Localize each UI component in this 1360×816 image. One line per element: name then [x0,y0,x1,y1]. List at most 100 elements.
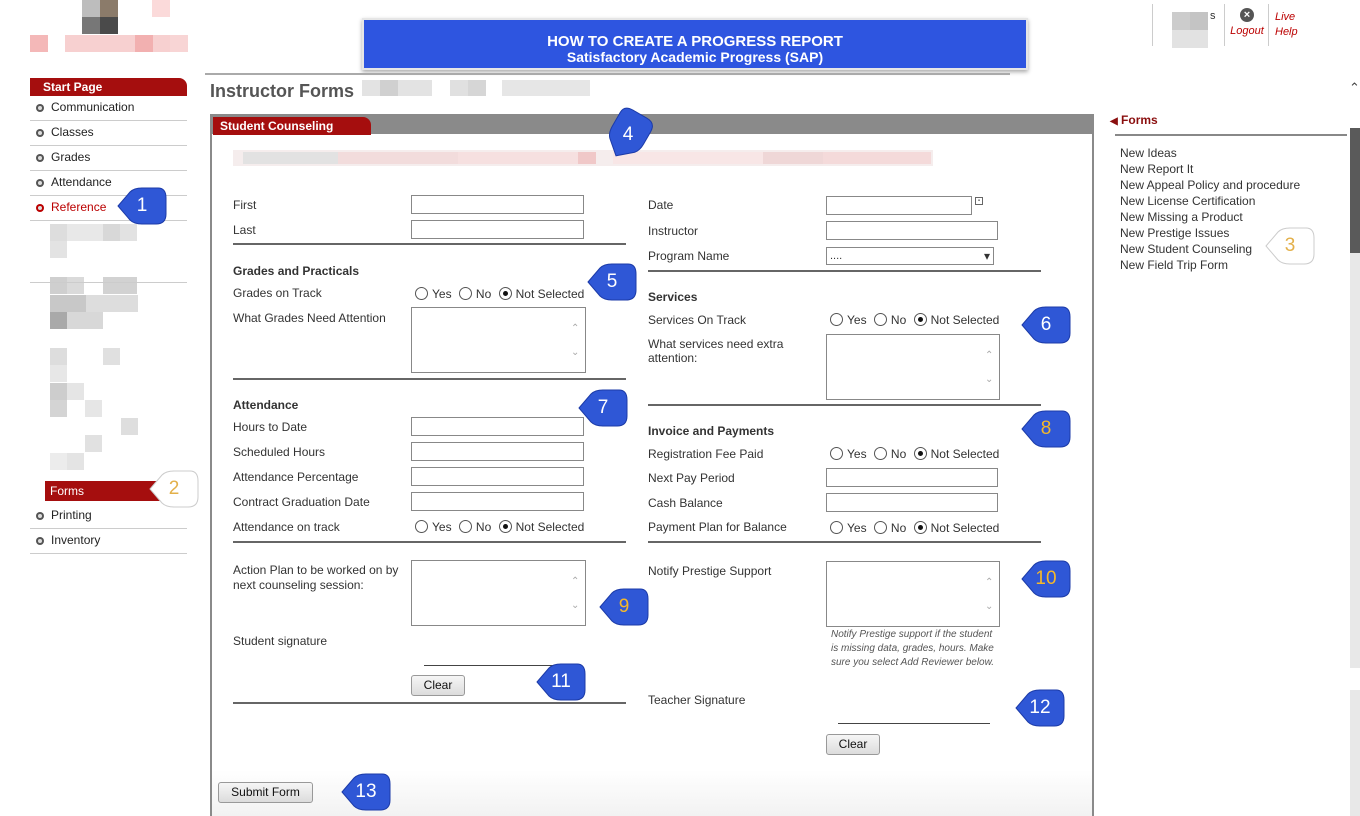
teacher-signature-line[interactable] [838,723,990,724]
calendar-icon[interactable]: ▪ [975,197,983,205]
collapse-arrow-icon[interactable]: ⌃ [1349,80,1360,96]
top-right-divider-3 [1268,4,1269,46]
sidebar-item-communication[interactable]: Communication [30,96,187,121]
banner-title: HOW TO CREATE A PROGRESS REPORT [547,33,843,50]
callout-label: 9 [618,596,630,617]
date-field[interactable] [826,196,972,215]
radio-no[interactable] [873,521,887,534]
radio-no[interactable] [873,313,887,326]
radio-not-selected[interactable] [498,520,512,533]
grades-on-track-label: Grades on Track [233,286,322,300]
scroll-down-icon: ⌄ [985,374,994,385]
page-title: Instructor Forms [210,81,355,101]
services-section-heading: Services [648,290,698,304]
radio-no[interactable] [458,520,472,533]
submenu-divider [30,282,187,283]
grades-section-heading: Grades and Practicals [233,264,360,278]
user-name-fragment: s [1210,10,1216,22]
clear-student-signature-button[interactable]: Clear [411,675,465,696]
sidebar-item-inventory[interactable]: Inventory [30,529,187,554]
cash-balance-field[interactable] [826,493,998,512]
form-link-new-license-certification[interactable]: New License Certification [1120,194,1255,208]
sidebar-item-label: Printing [51,508,92,522]
radio-not-selected[interactable] [913,521,927,534]
callout-3: 3 [1264,226,1316,266]
help-label: Help [1275,26,1298,38]
action-plan-textarea[interactable]: ⌃ ⌄ [411,560,586,626]
sidebar-item-forms[interactable]: Forms [45,481,163,501]
live-help-link[interactable]: Live Help [1275,10,1298,40]
grades-attention-textarea[interactable]: ⌃ ⌄ [411,307,586,373]
scheduled-hours-field[interactable] [411,442,584,461]
invoice-section-heading: Invoice and Payments [648,424,775,438]
services-attention-textarea[interactable]: ⌃ ⌄ [826,334,1000,400]
sidebar-header[interactable]: Start Page [30,78,187,96]
divider [648,541,1041,543]
callout-5: 5 [586,262,638,302]
blurred-logo [30,0,190,55]
next-pay-period-label: Next Pay Period [648,471,735,485]
bullet-icon [36,129,44,137]
submit-form-button[interactable]: Submit Form [218,782,313,803]
radio-label: Not Selected [930,447,1000,461]
close-circle-icon: × [1240,8,1254,22]
live-label: Live [1275,11,1296,23]
date-label: Date [648,198,674,212]
tutorial-banner: HOW TO CREATE A PROGRESS REPORT Satisfac… [362,18,1028,70]
form-link-new-appeal-policy[interactable]: New Appeal Policy and procedure [1120,178,1300,192]
sidebar-item-grades[interactable]: Grades [30,146,187,171]
panel-title: Student Counseling [220,119,334,133]
form-link-new-student-counseling[interactable]: New Student Counseling [1120,242,1252,256]
radio-no[interactable] [873,447,887,460]
chevron-down-icon: ▾ [983,249,990,263]
radio-yes[interactable] [830,521,843,534]
next-pay-period-field[interactable] [826,468,998,487]
radio-yes[interactable] [830,447,843,460]
sidebar-item-classes[interactable]: Classes [30,121,187,146]
services-on-track-radios: Yes No Not Selected [826,313,999,327]
callout-label: 2 [168,478,180,499]
form-link-new-ideas[interactable]: New Ideas [1120,146,1177,160]
radio-not-selected[interactable] [913,447,927,460]
first-name-field[interactable] [411,195,584,214]
blurred-instructions [233,150,933,166]
attendance-percentage-field[interactable] [411,467,584,486]
radio-yes[interactable] [830,313,843,326]
right-panel-title[interactable]: ◀ Forms [1110,113,1158,127]
logout-button[interactable]: × Logout [1228,8,1266,40]
teacher-signature-label: Teacher Signature [648,693,746,707]
callout-label: 4 [622,124,634,145]
form-link-new-prestige-issues[interactable]: New Prestige Issues [1120,226,1229,240]
instructor-field[interactable] [826,221,998,240]
contract-graduation-field[interactable] [411,492,584,511]
radio-no[interactable] [458,287,472,300]
registration-fee-radios: Yes No Not Selected [826,447,999,461]
callout-label: 10 [1035,568,1057,589]
last-name-label: Last [233,223,256,237]
scrollbar-track-lower[interactable] [1350,690,1360,816]
form-link-new-field-trip[interactable]: New Field Trip Form [1120,258,1228,272]
program-name-select[interactable]: .... ▾ [826,247,994,265]
radio-yes[interactable] [415,520,428,533]
radio-yes[interactable] [415,287,428,300]
hours-to-date-field[interactable] [411,417,584,436]
panel-tab: Student Counseling [213,117,371,135]
radio-not-selected[interactable] [913,313,927,326]
notify-support-textarea[interactable]: ⌃ ⌄ [826,561,1000,627]
radio-not-selected[interactable] [498,287,512,300]
sidebar-item-label: Attendance [51,175,112,189]
last-name-field[interactable] [411,220,584,239]
scrollbar-thumb[interactable] [1350,128,1360,253]
cash-balance-label: Cash Balance [648,496,723,510]
radio-label: Not Selected [930,313,1000,327]
form-link-new-report-it[interactable]: New Report It [1120,162,1193,176]
hours-to-date-label: Hours to Date [233,420,308,434]
callout-6: 6 [1020,305,1072,345]
form-link-new-missing-product[interactable]: New Missing a Product [1120,210,1243,224]
callout-13: 13 [340,772,392,812]
clear-teacher-signature-button[interactable]: Clear [826,734,880,755]
scroll-up-icon: ⌃ [985,577,994,588]
form-panel: Student Counseling [210,114,1094,816]
bullet-icon [36,204,44,212]
scheduled-hours-label: Scheduled Hours [233,445,326,459]
